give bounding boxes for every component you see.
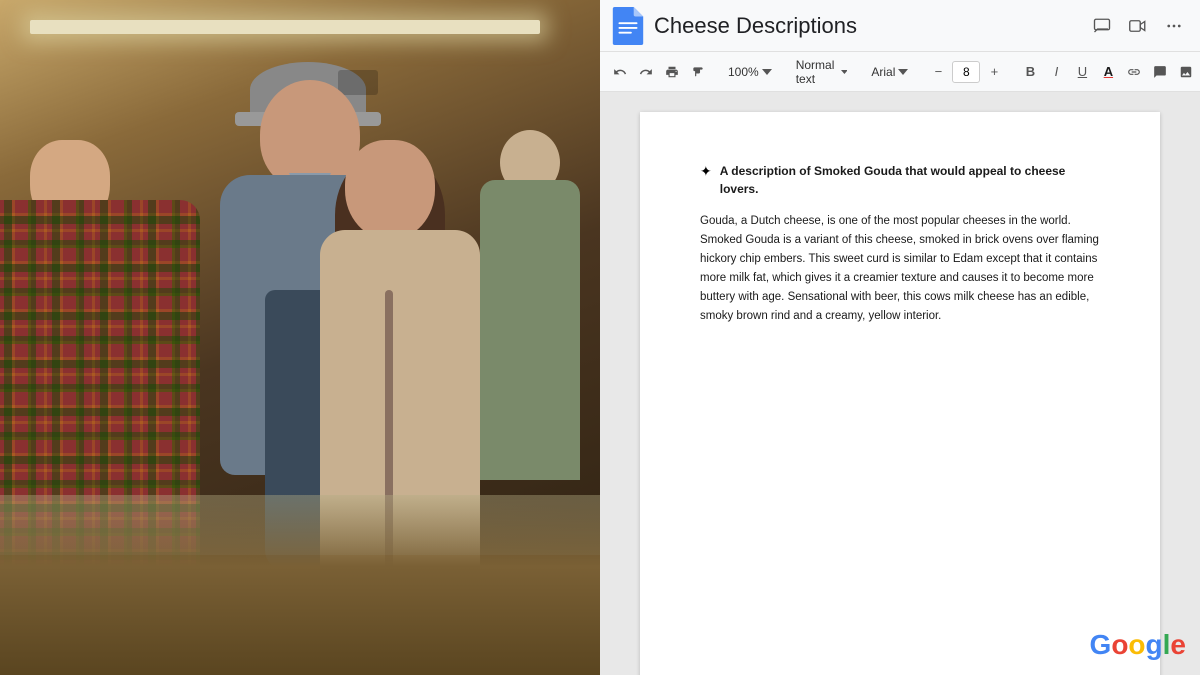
docs-toolbar: 100% Normal text Arial − 8 + B I [600,52,1200,92]
paint-format-button[interactable] [686,59,710,85]
video-call-button[interactable] [1124,12,1152,40]
prompt-icon: ✦ [700,163,712,180]
docs-header: Cheese Descriptions [600,0,1200,52]
doc-prompt-line: ✦ A description of Smoked Gouda that wou… [700,162,1100,198]
text-color-button[interactable]: A [1096,59,1120,85]
header-actions [1088,12,1188,40]
font-value: Arial [871,65,895,79]
zoom-dropdown[interactable]: 100% [722,59,778,85]
fluorescent-light [30,20,540,34]
google-docs-panel: Cheese Descriptions [600,0,1200,675]
doc-page: ✦ A description of Smoked Gouda that wou… [640,112,1160,675]
doc-body-text: Gouda, a Dutch cheese, is one of the mos… [700,212,1100,326]
display-case [0,495,600,675]
doc-prompt-heading: A description of Smoked Gouda that would… [720,162,1100,198]
video-panel [0,0,600,675]
font-size-increase-button[interactable]: + [982,59,1006,85]
underline-button[interactable]: U [1070,59,1094,85]
insert-image-button[interactable] [1174,59,1198,85]
comment-button[interactable] [1088,12,1116,40]
google-docs-icon [612,7,644,45]
google-logo[interactable]: Google [1090,629,1186,661]
font-size-decrease-button[interactable]: − [926,59,950,85]
style-value: Normal text [796,58,838,86]
insert-comment-button[interactable] [1148,59,1172,85]
docs-body: ✦ A description of Smoked Gouda that wou… [600,92,1200,675]
font-size-control: − 8 + [926,59,1006,85]
bold-button[interactable]: B [1018,59,1042,85]
zoom-value: 100% [728,65,759,79]
style-dropdown[interactable]: Normal text [790,59,854,85]
print-button[interactable] [660,59,684,85]
redo-button[interactable] [634,59,658,85]
font-dropdown[interactable]: Arial [865,59,914,85]
italic-button[interactable]: I [1044,59,1068,85]
undo-button[interactable] [608,59,632,85]
insert-link-button[interactable] [1122,59,1146,85]
font-size-input[interactable]: 8 [952,61,980,83]
more-options-button[interactable] [1160,12,1188,40]
doc-title: Cheese Descriptions [654,13,1078,39]
